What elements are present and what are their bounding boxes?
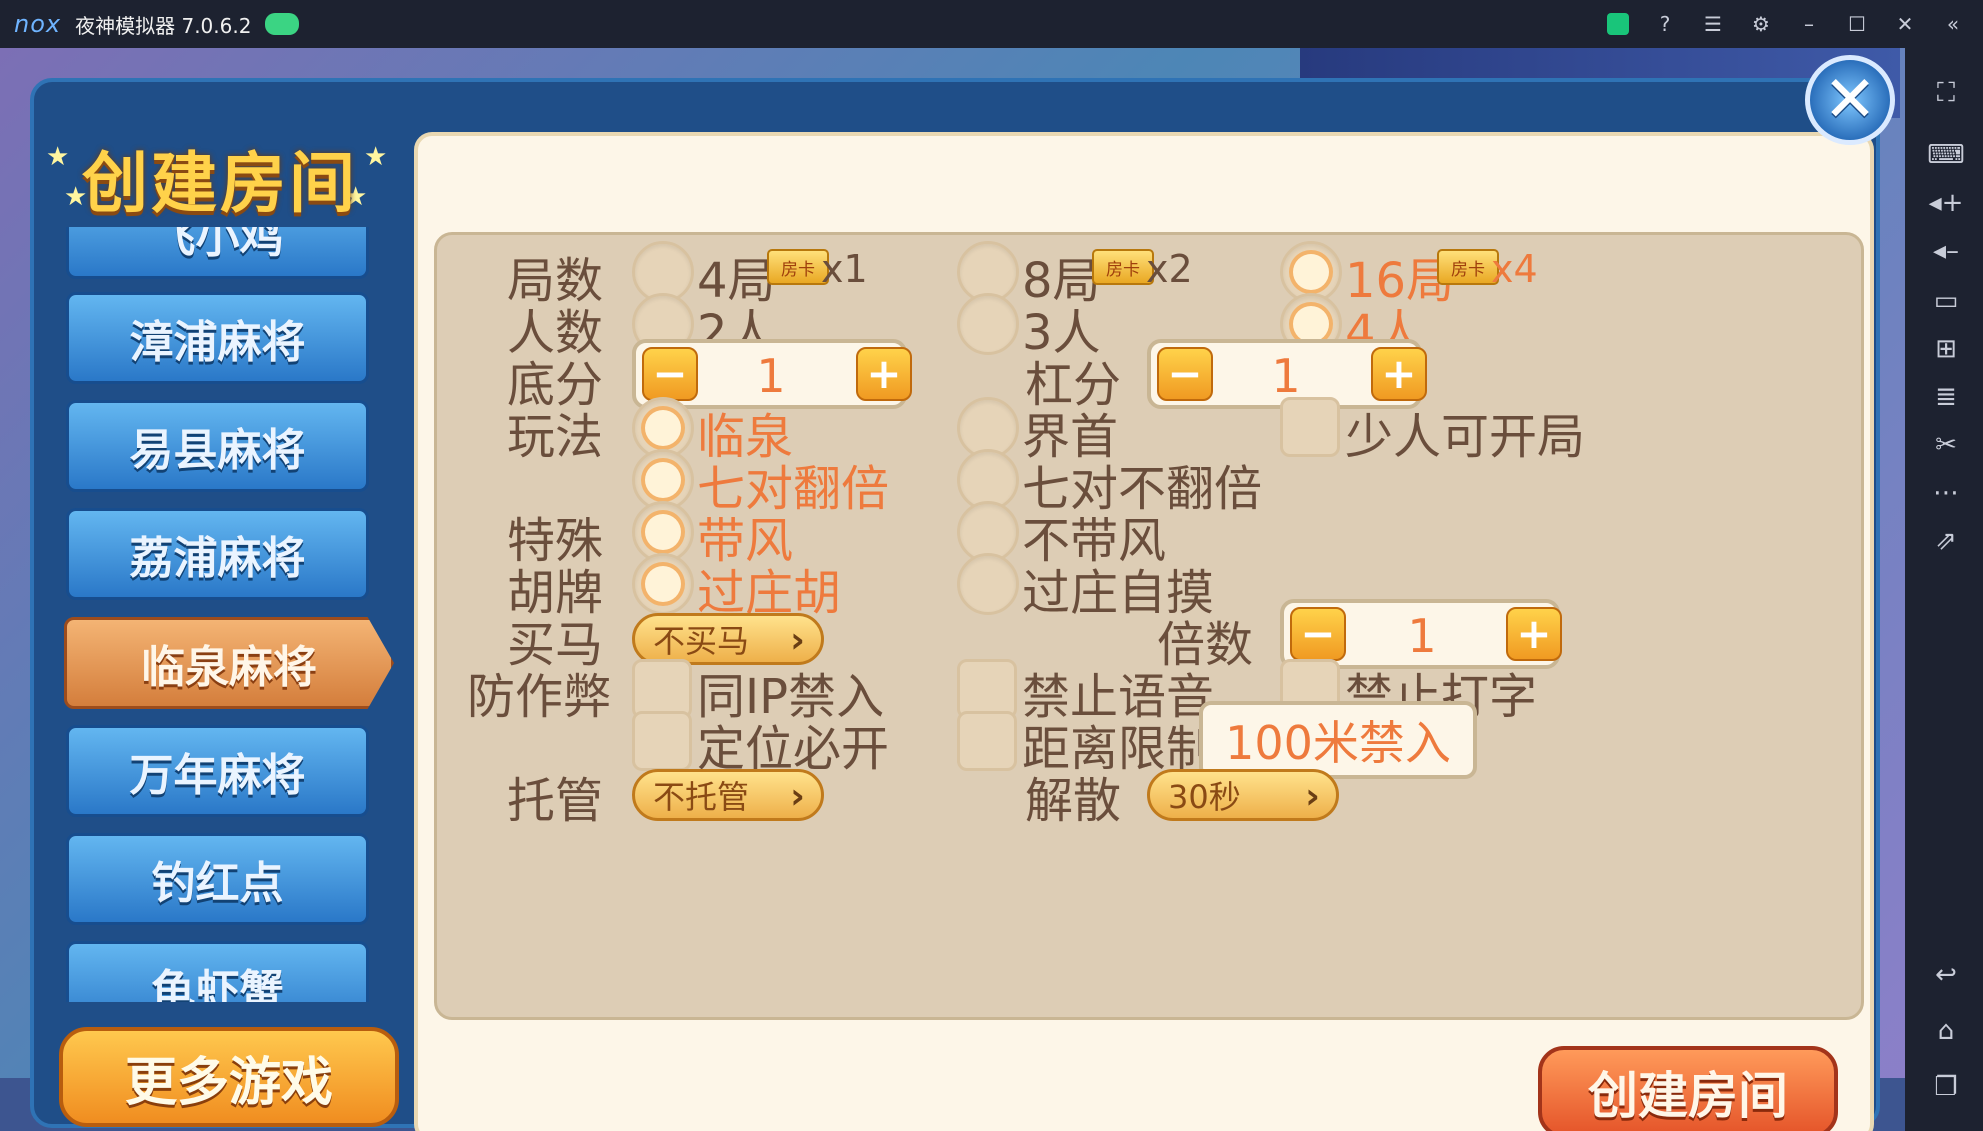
game-item[interactable]: 钓红点 [66,833,369,925]
game-item[interactable]: 漳浦麻将 [66,292,369,384]
volume-up-icon[interactable]: ◂+ [1929,186,1964,220]
collapse-icon[interactable]: « [1941,12,1965,36]
no-voice-checkbox[interactable] [957,659,1017,719]
tuoguan-dropdown[interactable]: 不托管 › [632,769,824,821]
hupai-radio-zimo[interactable] [957,553,1019,615]
game-item[interactable]: 万年麻将 [66,725,369,817]
window-titlebar: nox 夜神模拟器 7.0.6.2 ? ☰ ⚙ – ☐ ✕ « [0,0,1983,48]
dialog-title: 创建房间 [82,145,358,222]
help-icon[interactable]: ? [1653,12,1677,36]
tuoguan-label: 托管 [507,773,604,829]
more-games-button[interactable]: 更多游戏 [59,1027,399,1127]
base-score-value: 1 [756,349,786,403]
create-room-dialog: ★ ★ ★ ★ 创建房间 飞小鸡 漳浦麻将 易县麻将 荔浦麻将 临泉麻将 万年麻… [30,78,1880,1131]
location-checkbox[interactable] [632,711,692,771]
keyboard-icon[interactable]: ⌨ [1927,138,1965,172]
gang-score-value: 1 [1271,349,1301,403]
options-panel: 局数 4局 房卡 x1 8局 房卡 x2 16局 房卡 x4 人数 2人 3人 [414,132,1874,1131]
apk-icon[interactable]: ⊞ [1929,332,1963,366]
decrement-button[interactable]: − [1290,607,1346,661]
create-room-button[interactable]: 创建房间 [1538,1046,1838,1131]
chevron-right-icon: › [790,620,805,661]
players-radio-3[interactable] [957,293,1019,355]
game-item[interactable]: 荔浦麻将 [66,508,369,600]
room-card-icon: 房卡 [1437,249,1499,285]
settings-icon[interactable]: ⚙ [1749,12,1773,36]
room-card-icon: 房卡 [767,249,829,285]
increment-button[interactable]: + [856,347,912,401]
scissors-icon[interactable]: ✂ [1929,428,1963,462]
dissolve-label: 解散 [1025,773,1122,829]
game-item-active[interactable]: 临泉麻将 [64,617,394,709]
room-card-icon: 房卡 [1092,249,1154,285]
gamepad-icon[interactable] [265,13,300,35]
distance-field[interactable]: 100米禁入 [1199,701,1477,779]
menu-icon[interactable]: ☰ [1701,12,1725,36]
rounds-cost: x4 [1491,247,1538,291]
dissolve-value: 30秒 [1168,778,1241,816]
chevron-right-icon: › [790,776,805,817]
app-logo: nox [14,10,62,38]
rounds-cost: x2 [1146,247,1193,291]
dialog-title-banner: ★ ★ ★ ★ 创建房间 [34,102,424,222]
options-area: 局数 4局 房卡 x1 8局 房卡 x2 16局 房卡 x4 人数 2人 3人 [434,232,1864,1020]
screen-icon[interactable]: ▭ [1929,284,1963,318]
more-icon[interactable]: ⋯ [1929,476,1963,510]
dissolve-dropdown[interactable]: 30秒 › [1147,769,1339,821]
recent-icon[interactable]: ❐ [1929,1070,1963,1104]
home-icon[interactable]: ⌂ [1929,1014,1963,1048]
game-item[interactable]: 易县麻将 [66,400,369,492]
decrement-button[interactable]: − [642,347,698,401]
minimize-icon[interactable]: – [1797,12,1821,36]
volume-down-icon[interactable]: ◂– [1929,234,1963,268]
game-item[interactable]: 飞小鸡 [66,227,369,279]
hupai-radio-hu[interactable] [632,553,694,615]
game-item[interactable]: 龟虾蟹 [66,941,369,1002]
increment-button[interactable]: + [1371,347,1427,401]
decrement-button[interactable]: − [1157,347,1213,401]
close-icon[interactable]: ✕ [1893,12,1917,36]
stack-icon[interactable]: ≣ [1929,380,1963,414]
store-icon[interactable] [1607,13,1629,35]
few-players-label: 少人可开局 [1345,409,1586,465]
star-icon: ★ [46,142,70,172]
emulator-sidebar: ⛶ ⌨ ◂+ ◂– ▭ ⊞ ≣ ✂ ⋯ ⇗ ↩ ⌂ ❐ [1905,48,1983,1131]
star-icon: ★ [364,142,388,172]
maima-value: 不买马 [653,622,750,660]
distance-checkbox[interactable] [957,711,1017,771]
close-dialog-button[interactable]: ✕ [1805,55,1895,145]
back-icon[interactable]: ↩ [1929,958,1963,992]
maximize-icon[interactable]: ☐ [1845,12,1869,36]
few-players-checkbox[interactable] [1280,397,1340,457]
fullscreen-icon[interactable]: ⛶ [1929,76,1963,110]
export-icon[interactable]: ⇗ [1929,524,1963,558]
anticheat-label: 防作弊 [467,669,612,725]
tuoguan-value: 不托管 [653,778,750,816]
game-screen: ★ ★ ★ ★ 创建房间 飞小鸡 漳浦麻将 易县麻将 荔浦麻将 临泉麻将 万年麻… [0,48,1905,1131]
same-ip-checkbox[interactable] [632,659,692,719]
game-list[interactable]: 飞小鸡 漳浦麻将 易县麻将 荔浦麻将 临泉麻将 万年麻将 钓红点 龟虾蟹 [54,227,394,1002]
increment-button[interactable]: + [1506,607,1562,661]
window-title: 夜神模拟器 7.0.6.2 [75,13,252,38]
rounds-cost: x1 [821,247,868,291]
chevron-right-icon: › [1305,776,1320,817]
multiplier-value: 1 [1407,609,1437,663]
play-label: 玩法 [507,409,604,465]
